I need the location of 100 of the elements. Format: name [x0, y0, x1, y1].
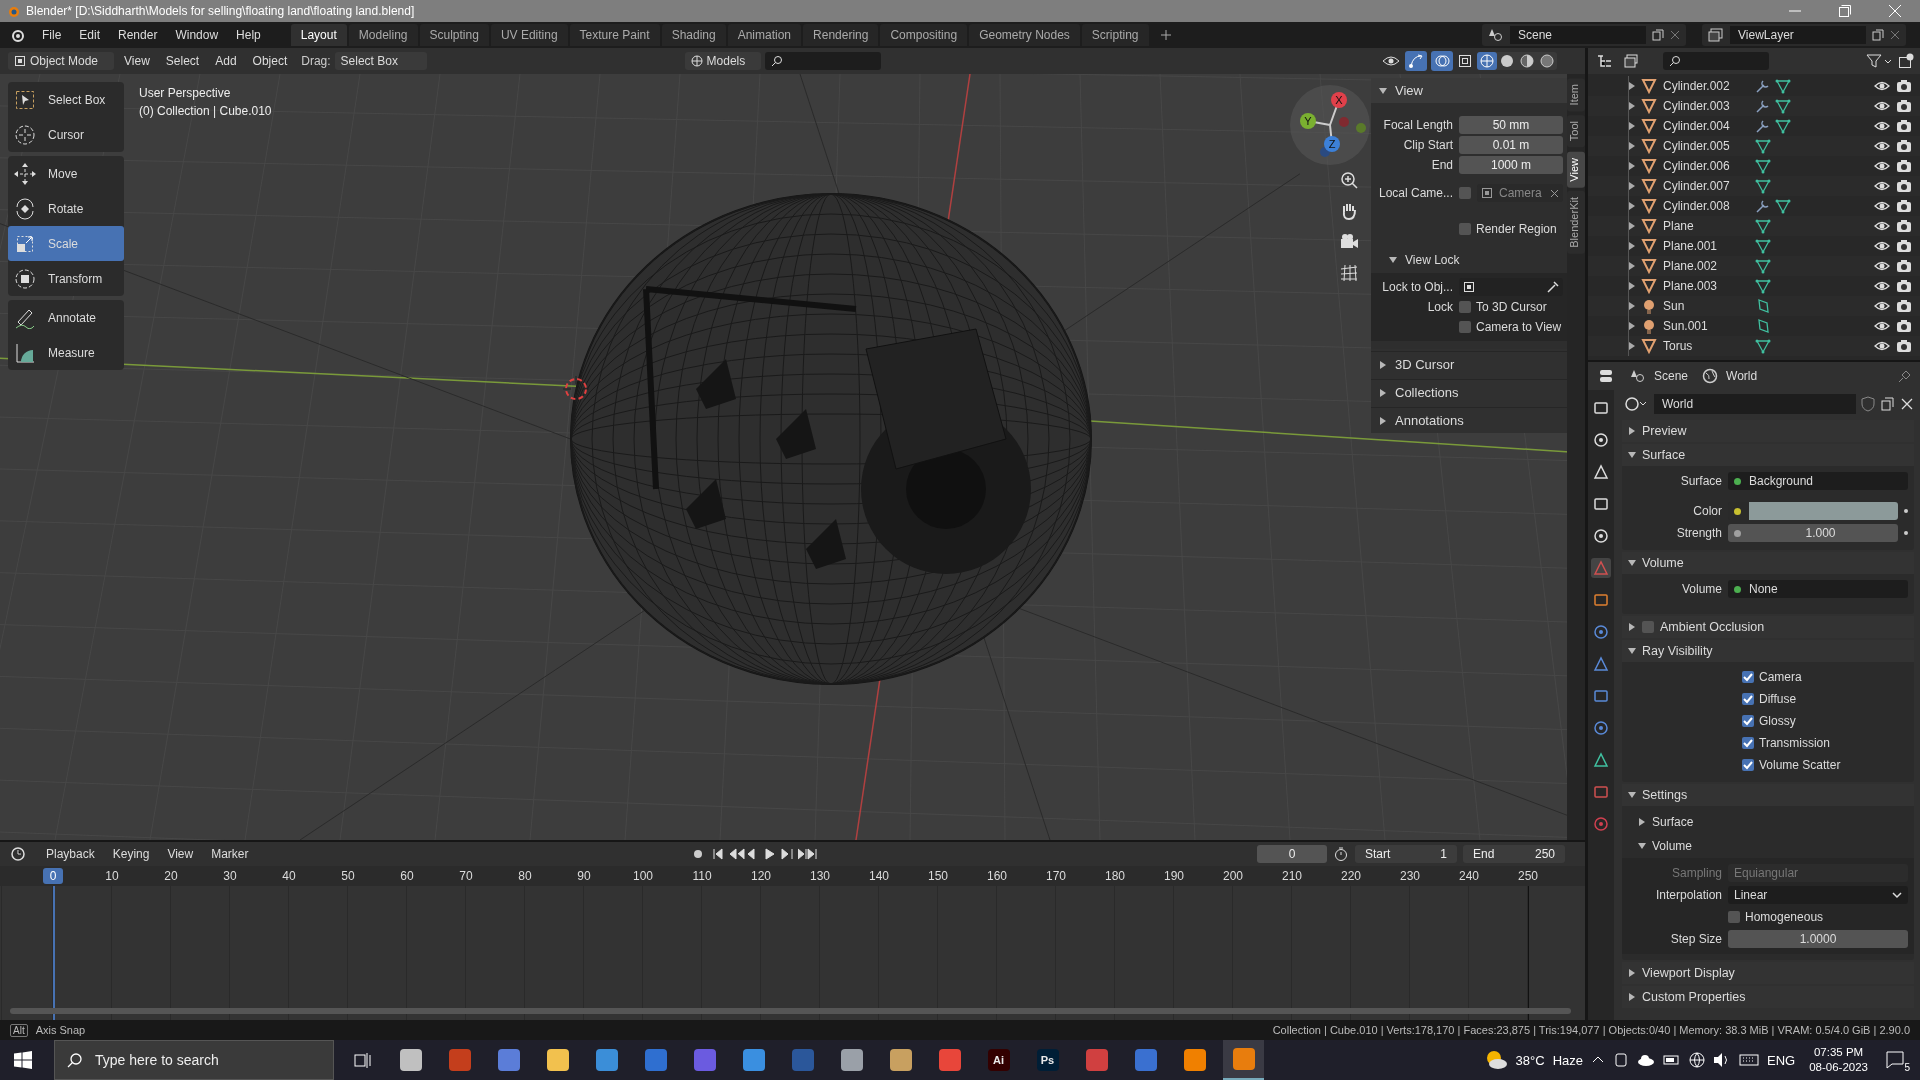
- duplicate-icon[interactable]: [1872, 29, 1884, 41]
- number-field[interactable]: 50 mm: [1459, 116, 1563, 134]
- grid-icon[interactable]: [1339, 263, 1359, 283]
- sidebar-tab[interactable]: Item: [1567, 78, 1585, 112]
- wrench-icon[interactable]: [1755, 118, 1771, 134]
- search-field[interactable]: [1663, 52, 1769, 70]
- checkbox[interactable]: [1742, 671, 1754, 683]
- menu-item[interactable]: Help: [228, 25, 269, 45]
- workspace-tab[interactable]: Modeling: [348, 24, 418, 46]
- world-name-field[interactable]: World: [1654, 394, 1856, 414]
- tool-button[interactable]: Annotate: [8, 300, 124, 335]
- clock-icon[interactable]: [10, 846, 26, 862]
- filter-icon[interactable]: [1866, 53, 1892, 69]
- mesh-data-icon[interactable]: [1755, 278, 1771, 294]
- camera-icon[interactable]: [1896, 319, 1912, 333]
- checkbox[interactable]: [1742, 737, 1754, 749]
- menu-item[interactable]: Object: [246, 51, 294, 71]
- collapse-icon[interactable]: [1628, 559, 1636, 567]
- menu-item[interactable]: Add: [209, 51, 243, 71]
- eye-icon[interactable]: [1874, 280, 1890, 292]
- scene-icon[interactable]: [1488, 28, 1504, 42]
- camera-icon[interactable]: [1896, 259, 1912, 273]
- keyframe-dot[interactable]: [1904, 531, 1908, 535]
- checkbox[interactable]: [1742, 693, 1754, 705]
- expand-icon[interactable]: [1379, 388, 1387, 397]
- pin-icon[interactable]: [1898, 369, 1912, 383]
- restore-icon[interactable]: [1838, 4, 1852, 18]
- eye-icon[interactable]: [1874, 200, 1890, 212]
- camera-icon[interactable]: [1896, 239, 1912, 253]
- search-field[interactable]: [765, 52, 882, 70]
- taskbar-app-icon[interactable]: [742, 1049, 765, 1071]
- panel-title[interactable]: View: [1395, 83, 1423, 98]
- cloud-icon[interactable]: [1637, 1052, 1655, 1068]
- light-data-icon[interactable]: [1755, 298, 1771, 314]
- language-indicator[interactable]: ENG: [1767, 1052, 1796, 1068]
- shading-mode-button[interactable]: [1477, 52, 1497, 70]
- taskbar-app-icon[interactable]: [840, 1049, 863, 1071]
- keyboard-icon[interactable]: [1739, 1053, 1759, 1067]
- collapse-icon[interactable]: [1628, 647, 1636, 655]
- subpanel-title[interactable]: View Lock: [1405, 253, 1460, 267]
- eye-icon[interactable]: [1874, 120, 1890, 132]
- expand-icon[interactable]: [1629, 102, 1635, 110]
- checkbox[interactable]: [1459, 187, 1471, 199]
- drag-dropdown[interactable]: Select Box: [334, 52, 427, 70]
- globe-icon[interactable]: [1689, 1052, 1705, 1068]
- sidebar-tab[interactable]: Tool: [1567, 115, 1585, 148]
- checkbox[interactable]: [1459, 301, 1471, 313]
- tray-icon[interactable]: [1613, 1052, 1629, 1068]
- menu-item[interactable]: Render: [110, 25, 166, 45]
- mesh-data-icon[interactable]: [1755, 158, 1771, 174]
- eye-icon[interactable]: [1874, 300, 1890, 312]
- menu-item[interactable]: View: [118, 51, 156, 71]
- blender-logo-icon[interactable]: [10, 28, 24, 42]
- expand-icon[interactable]: [1638, 818, 1646, 826]
- mesh-data-icon[interactable]: [1775, 118, 1791, 134]
- number-field[interactable]: 1.000: [1728, 524, 1898, 542]
- visibility-icon[interactable]: [1381, 53, 1401, 69]
- expand-icon[interactable]: [1629, 242, 1635, 250]
- mesh-data-icon[interactable]: [1775, 98, 1791, 114]
- clock-time[interactable]: 07:35 PM: [1813, 1045, 1864, 1060]
- camera-icon[interactable]: [1896, 179, 1912, 193]
- render-region-checkbox[interactable]: Render Region: [1459, 222, 1557, 236]
- expand-icon[interactable]: [1629, 262, 1635, 270]
- mesh-data-icon[interactable]: [1755, 218, 1771, 234]
- workspace-tab[interactable]: Animation: [727, 24, 802, 46]
- checkbox[interactable]: [1742, 715, 1754, 727]
- scrollbar[interactable]: [10, 1008, 1571, 1014]
- xray-icon[interactable]: [1457, 53, 1473, 69]
- tool-button[interactable]: Select Box: [8, 82, 124, 117]
- axis-handle[interactable]: Y: [1300, 113, 1316, 129]
- menu-item[interactable]: Marker: [205, 844, 255, 864]
- new-collection-icon[interactable]: [1898, 53, 1914, 69]
- checkbox[interactable]: [1742, 759, 1754, 771]
- eye-icon[interactable]: [1874, 80, 1890, 92]
- number-field[interactable]: 0.01 m: [1459, 136, 1563, 154]
- overlay-toggle[interactable]: [1431, 51, 1453, 71]
- expand-icon[interactable]: [1629, 142, 1635, 150]
- panel-title[interactable]: Ray Visibility: [1642, 644, 1713, 658]
- option-checkbox[interactable]: Glossy: [1742, 710, 1914, 732]
- mesh-data-icon[interactable]: [1755, 178, 1771, 194]
- panel-title[interactable]: Settings: [1642, 788, 1688, 802]
- taskbar-app-icon[interactable]: [546, 1049, 569, 1071]
- mode-dropdown[interactable]: Object Mode: [8, 52, 115, 70]
- expand-icon[interactable]: [1629, 82, 1635, 90]
- expand-icon[interactable]: [1629, 162, 1635, 170]
- eye-icon[interactable]: [1874, 340, 1890, 352]
- object-field[interactable]: [1459, 278, 1563, 296]
- checkbox[interactable]: [1459, 223, 1471, 235]
- expand-icon[interactable]: [1628, 623, 1636, 631]
- eyedropper-icon[interactable]: [1547, 281, 1559, 293]
- eye-icon[interactable]: [1874, 260, 1890, 272]
- menu-item[interactable]: Playback: [40, 844, 101, 864]
- view-layer-field[interactable]: ViewLayer: [1730, 26, 1866, 44]
- tool-button[interactable]: Move: [8, 156, 124, 191]
- menu-item[interactable]: Select: [159, 51, 206, 71]
- taskbar-search-field[interactable]: Type here to search: [54, 1040, 334, 1080]
- eye-icon[interactable]: [1874, 140, 1890, 152]
- playhead[interactable]: 0: [43, 868, 63, 884]
- interpolation-dropdown[interactable]: Linear: [1728, 886, 1908, 904]
- number-field[interactable]: 1000 m: [1459, 156, 1563, 174]
